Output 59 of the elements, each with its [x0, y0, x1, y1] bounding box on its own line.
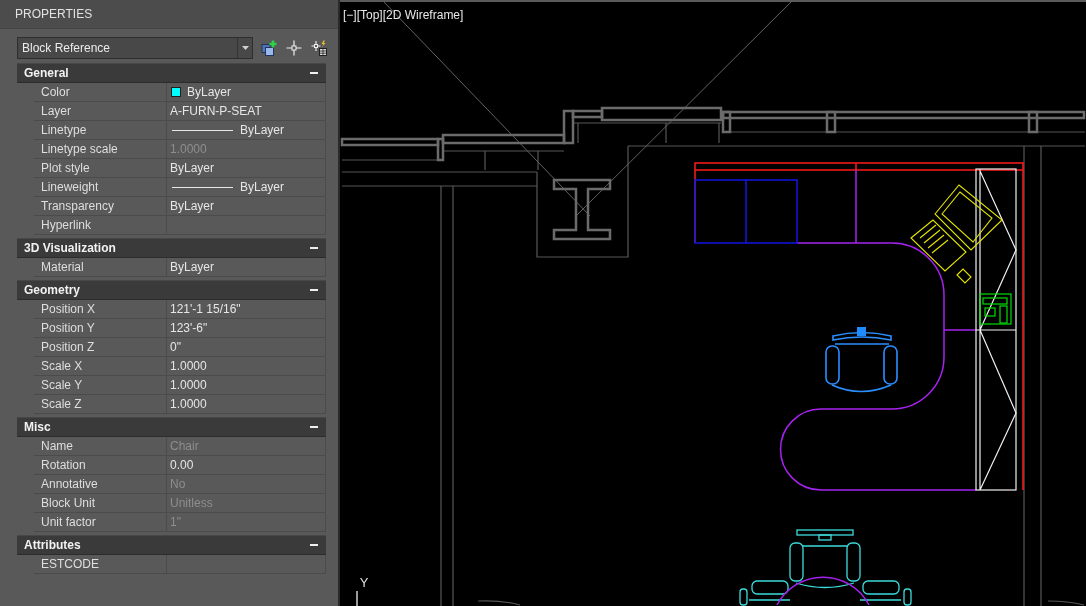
squares-plus-icon[interactable]	[261, 40, 277, 56]
section-header[interactable]: 3D Visualization	[17, 238, 326, 258]
property-name: Scale Z	[34, 395, 167, 414]
panel-title: PROPERTIES	[15, 7, 93, 21]
value-field[interactable]: 1.0000	[167, 376, 326, 395]
value-field[interactable]: ByLayer	[167, 83, 326, 102]
caret-icon	[241, 46, 249, 50]
value-field[interactable]: 121'-1 15/16"	[167, 300, 326, 319]
value-field[interactable]: 1.0000	[167, 357, 326, 376]
property-name: Name	[34, 437, 167, 456]
property-name: Position X	[34, 300, 167, 319]
property-name: Scale Y	[34, 376, 167, 395]
value-field[interactable]: ByLayer	[167, 178, 326, 197]
grip-icon[interactable]	[857, 327, 866, 336]
value-field[interactable]: A-FURN-P-SEAT	[167, 102, 326, 121]
property-name: Linetype scale	[34, 140, 167, 159]
property-name: ESTCODE	[34, 555, 167, 574]
viewport-control[interactable]: [−]	[343, 8, 357, 22]
value-field[interactable]: ByLayer	[167, 121, 326, 140]
line-sample-icon	[172, 186, 233, 188]
property-name: Block Unit	[34, 494, 167, 513]
property-name: Scale X	[34, 357, 167, 376]
property-name: Color	[34, 83, 167, 102]
section-header[interactable]: General	[17, 63, 326, 83]
axis-icon	[356, 590, 358, 606]
value-field[interactable]: ByLayer	[167, 197, 326, 216]
viewport-control[interactable]: [2D Wireframe]	[382, 8, 464, 22]
value-field[interactable]: 1.0000	[167, 395, 326, 414]
property-name: Material	[34, 258, 167, 277]
property-name: Rotation	[34, 456, 167, 475]
viewport-control[interactable]: [Top]	[356, 8, 383, 22]
property-name: Annotative	[34, 475, 167, 494]
property-name: Position Z	[34, 338, 167, 357]
section-header[interactable]: Misc	[17, 417, 326, 437]
property-name: Linetype	[34, 121, 167, 140]
crosshair-table-icon[interactable]	[311, 40, 327, 56]
value-field[interactable]: ByLayer	[167, 258, 326, 277]
section-header[interactable]: Geometry	[17, 280, 326, 300]
section-header[interactable]: Attributes	[17, 535, 326, 555]
door-swing-arc	[1047, 600, 1085, 606]
property-name: Transparency	[34, 197, 167, 216]
value-field[interactable]	[167, 555, 326, 574]
steel-column	[552, 178, 612, 241]
crosshair-icon[interactable]	[286, 40, 302, 56]
property-name: Unit factor	[34, 513, 167, 532]
property-name: Plot style	[34, 159, 167, 178]
value-field[interactable]: ByLayer	[167, 159, 326, 178]
value-field[interactable]: 0.00	[167, 456, 326, 475]
property-name: Layer	[34, 102, 167, 121]
value-field[interactable]: 0"	[167, 338, 326, 357]
property-name: Hyperlink	[34, 216, 167, 235]
axis-label: Y	[359, 575, 369, 590]
door-swing-arc	[477, 600, 521, 606]
value-field[interactable]: 123'-6"	[167, 319, 326, 338]
object-type-dropdown[interactable]: Block Reference	[17, 37, 253, 59]
property-name: Lineweight	[34, 178, 167, 197]
line-sample-icon	[172, 129, 233, 131]
property-name: Position Y	[34, 319, 167, 338]
printer-symbol	[979, 293, 1012, 325]
